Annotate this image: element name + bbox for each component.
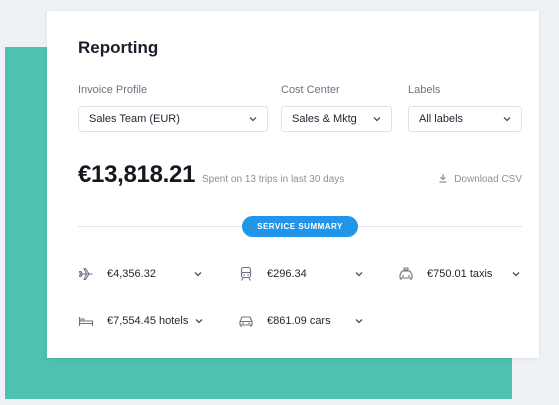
- page-title: Reporting: [78, 38, 159, 57]
- invoice-profile-label: Invoice Profile: [78, 84, 148, 96]
- chevron-down-icon: [193, 269, 203, 279]
- invoice-profile-select[interactable]: Sales Team (EUR): [78, 106, 268, 132]
- download-csv-link[interactable]: Download CSV: [438, 173, 522, 186]
- hotels-value: €7,554.45 hotels: [107, 315, 189, 327]
- download-csv-label: Download CSV: [454, 174, 522, 185]
- service-trains[interactable]: €296.34: [238, 266, 364, 282]
- airplane-icon: [78, 266, 94, 282]
- service-hotels[interactable]: €7,554.45 hotels: [78, 313, 204, 329]
- chevron-down-icon: [372, 114, 382, 124]
- cost-center-select[interactable]: Sales & Mktg: [281, 106, 392, 132]
- flights-value: €4,356.32: [107, 268, 156, 280]
- total-amount: €13,818.21: [78, 161, 196, 188]
- chevron-down-icon: [511, 269, 521, 279]
- bed-icon: [78, 313, 94, 329]
- service-taxis[interactable]: €750.01 taxis: [398, 266, 521, 282]
- taxi-icon: [398, 266, 414, 282]
- labels-value: All labels: [419, 113, 464, 125]
- cost-center-label: Cost Center: [281, 84, 340, 96]
- chevron-down-icon: [194, 316, 204, 326]
- reporting-card: Reporting Invoice Profile Cost Center La…: [47, 11, 539, 358]
- train-icon: [238, 266, 254, 282]
- download-icon: [438, 173, 448, 186]
- trains-value: €296.34: [267, 268, 307, 280]
- labels-select[interactable]: All labels: [408, 106, 522, 132]
- chevron-down-icon: [248, 114, 258, 124]
- labels-label: Labels: [408, 84, 441, 96]
- chevron-down-icon: [502, 114, 512, 124]
- invoice-profile-value: Sales Team (EUR): [89, 113, 180, 125]
- chevron-down-icon: [354, 316, 364, 326]
- taxis-value: €750.01 taxis: [427, 268, 493, 280]
- car-icon: [238, 313, 254, 329]
- service-summary-button[interactable]: SERVICE SUMMARY: [242, 216, 358, 237]
- total-description: Spent on 13 trips in last 30 days: [202, 174, 345, 185]
- service-cars[interactable]: €861.09 cars: [238, 313, 364, 329]
- cars-value: €861.09 cars: [267, 315, 331, 327]
- cost-center-value: Sales & Mktg: [292, 113, 357, 125]
- chevron-down-icon: [354, 269, 364, 279]
- service-flights[interactable]: €4,356.32: [78, 266, 203, 282]
